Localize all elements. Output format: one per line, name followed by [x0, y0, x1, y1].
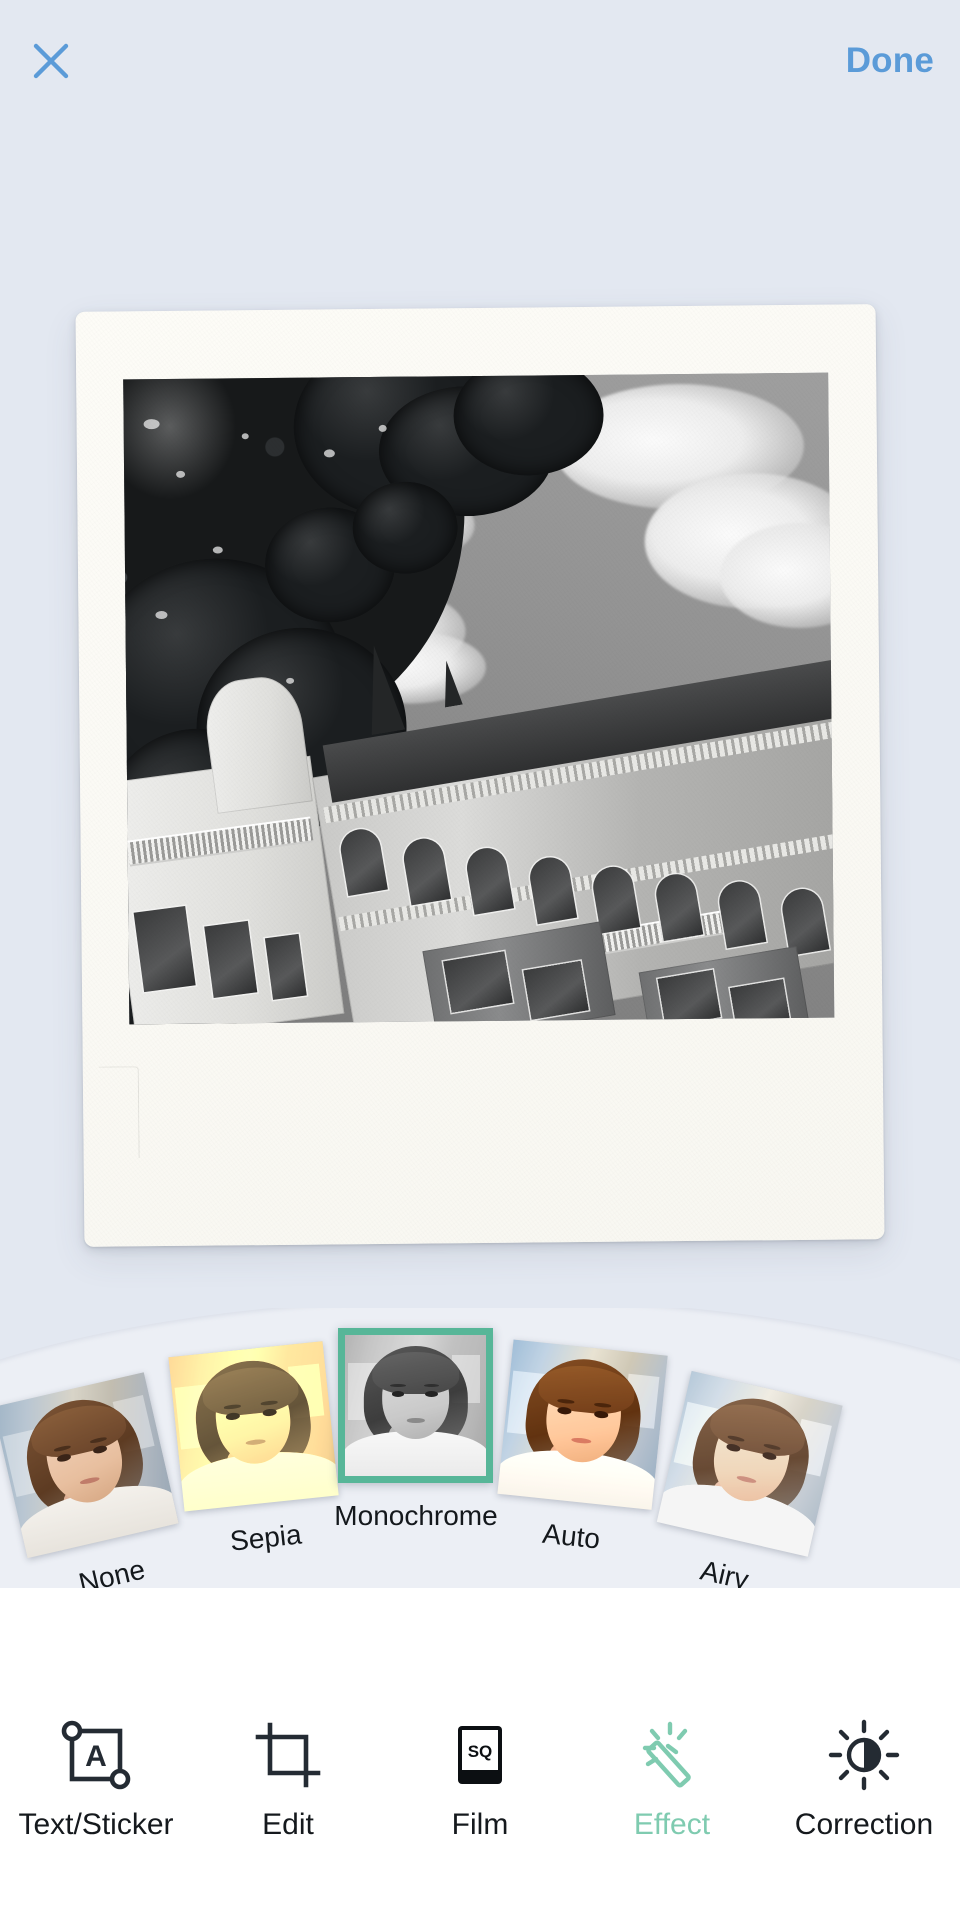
close-button[interactable] [20, 30, 82, 92]
filter-carousel[interactable]: None Sepia Monochrome Auto Airy [0, 1308, 960, 1628]
film-square-icon: SQ [443, 1716, 517, 1794]
portrait-preview [497, 1339, 668, 1510]
done-button[interactable]: Done [846, 32, 934, 90]
photo-canvas [0, 118, 960, 1308]
photo-highlight [378, 424, 387, 432]
filter-thumbnail[interactable] [497, 1339, 668, 1510]
filter-thumbnail[interactable] [168, 1341, 339, 1512]
photo-window-pane [523, 960, 589, 1020]
tool-edit[interactable]: Edit [192, 1688, 384, 1928]
tool-effect[interactable]: Effect [576, 1688, 768, 1928]
photo-window-pane [729, 979, 791, 1025]
photo-highlight [212, 546, 223, 554]
filter-thumbnail[interactable] [338, 1328, 493, 1483]
close-x-icon [27, 37, 75, 85]
bottom-toolbar: A Text/Sticker Edit SQ Film Effect Corre… [0, 1588, 960, 1928]
top-bar: Done [0, 0, 960, 118]
polaroid-frame[interactable] [75, 304, 885, 1247]
polaroid-crease [98, 1066, 140, 1159]
tool-label: Correction [794, 1808, 934, 1841]
tool-label: Effect [633, 1808, 711, 1841]
tool-label: Film [451, 1808, 509, 1841]
filter-item-auto[interactable]: Auto [497, 1339, 682, 1555]
photo-preview[interactable] [123, 372, 835, 1025]
crop-icon [251, 1716, 325, 1794]
tool-label: Edit [262, 1808, 314, 1841]
photo-window-pane [133, 905, 196, 993]
portrait-eye [557, 1406, 572, 1415]
photo-highlight [286, 677, 295, 684]
filter-item-sepia[interactable]: Sepia [168, 1340, 353, 1557]
portrait-preview [345, 1335, 486, 1476]
text-sticker-icon: A [59, 1716, 133, 1794]
portrait-fringe [371, 1351, 460, 1395]
brightness-contrast-icon [827, 1716, 901, 1794]
photo-window-pane [443, 951, 513, 1013]
portrait-mouth [406, 1418, 425, 1423]
svg-text:SQ: SQ [468, 1742, 493, 1761]
portrait-preview [168, 1341, 339, 1512]
photo-highlight [323, 449, 335, 458]
photo-highlight [241, 433, 249, 440]
toolbar-items: A Text/Sticker Edit SQ Film Effect Corre… [0, 1688, 960, 1928]
filter-item-monochrome[interactable]: Monochrome [334, 1328, 508, 1531]
magic-wand-icon [635, 1716, 709, 1794]
tool-text-sticker[interactable]: A Text/Sticker [0, 1688, 192, 1928]
photo-window-pane [204, 920, 258, 998]
tool-correction[interactable]: Correction [768, 1688, 960, 1928]
svg-text:A: A [85, 1740, 107, 1773]
tool-label: Text/Sticker [18, 1808, 174, 1841]
photo-highlight [176, 470, 186, 478]
photo-window-pane [657, 969, 721, 1025]
tool-film[interactable]: SQ Film [384, 1688, 576, 1928]
